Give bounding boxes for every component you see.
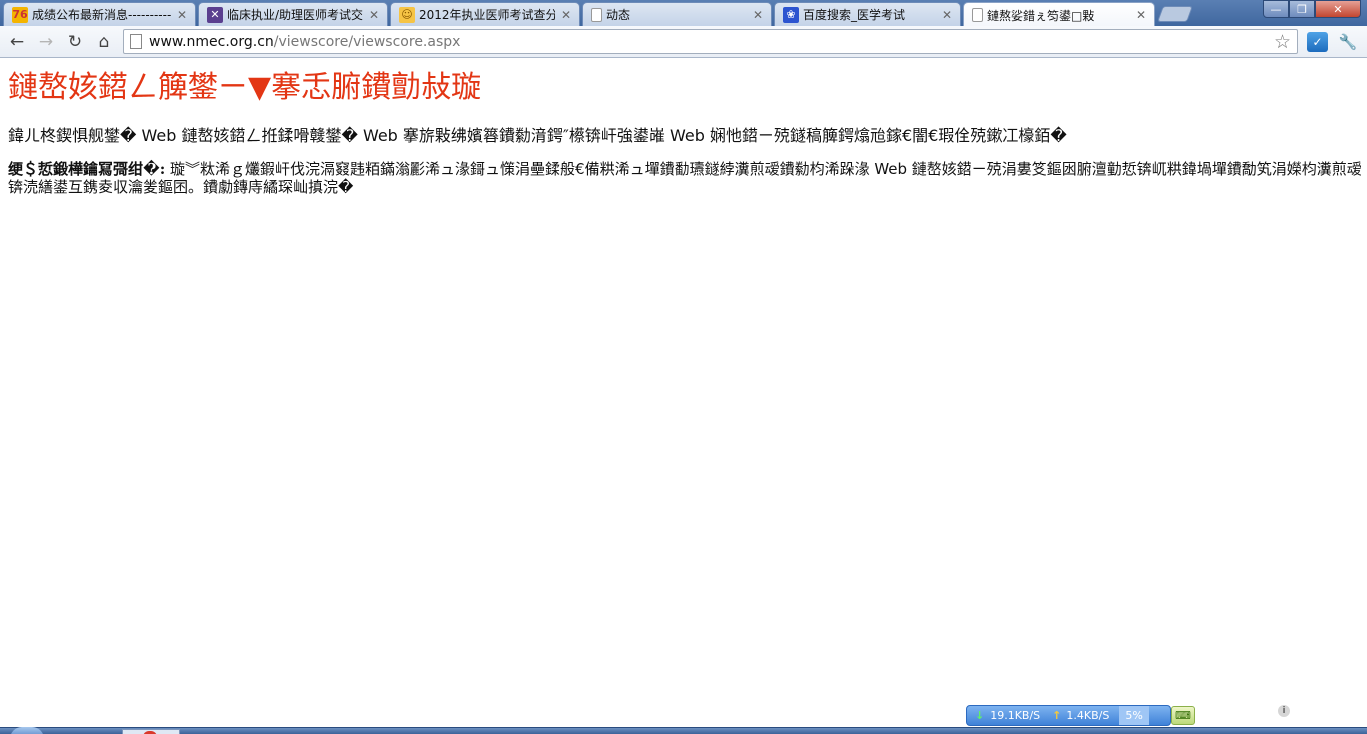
close-window-button[interactable]: ✕	[1315, 0, 1361, 18]
admin-note-label: 绠＄悊鍛樺鑰冩彁绀�:	[8, 160, 166, 178]
window-controls: — ❐ ✕	[1263, 0, 1361, 18]
start-button[interactable]	[10, 727, 44, 734]
bookmark-star-icon[interactable]: ☆	[1274, 31, 1291, 53]
url-path: /viewscore/viewscore.aspx	[273, 33, 461, 50]
browser-toolbar: ← → ↻ ⌂ www.nmec.org.cn/viewscore/viewsc…	[0, 26, 1367, 58]
forum-logo-icon: ✕	[207, 6, 223, 23]
tab-title: 鏈熬娑錯ぇ笉鍙□敤	[987, 8, 1095, 23]
upload-speed: 1.4KB/S	[1066, 709, 1110, 722]
scrollbar-track[interactable]	[1361, 59, 1367, 727]
tab-close-icon[interactable]: ✕	[1134, 8, 1148, 22]
new-tab-button[interactable]	[1157, 6, 1193, 22]
baidu-paw-icon: ❀	[783, 6, 799, 23]
tab-close-icon[interactable]: ✕	[175, 8, 189, 22]
tab-title: 成绩公布最新消息----------	[32, 8, 171, 22]
site-logo-icon: 76	[12, 6, 28, 23]
page-title: 鏈嶅姟鍣ㄥ簲鐢ㄧ▼搴忎腑鐨勯敊璇	[8, 70, 482, 105]
page-icon	[972, 8, 983, 22]
forward-button[interactable]: →	[34, 31, 58, 53]
home-button[interactable]: ⌂	[92, 31, 116, 53]
tab-title: 2012年执业医师考试查分	[419, 8, 555, 22]
taskbar	[0, 727, 1367, 734]
extension-icon[interactable]: ✓	[1307, 32, 1328, 52]
admin-note-text: 璇︾粏浠ｇ爜鍜屽伐浣滆窡韪粨鏋滃彲浠ュ湪鎶ュ憡涓壘鍒般€備粠浠ュ墠鐨勫瓙鐩綍瀵煎…	[8, 160, 1362, 196]
back-button[interactable]: ←	[5, 31, 29, 53]
taskbar-item[interactable]	[122, 729, 180, 734]
minimize-button[interactable]: —	[1263, 0, 1289, 18]
download-speed: 19.1KB/S	[990, 709, 1041, 722]
address-bar[interactable]: www.nmec.org.cn/viewscore/viewscore.aspx…	[123, 29, 1298, 54]
tab-close-icon[interactable]: ✕	[367, 8, 381, 22]
upload-arrow-icon: ↑	[1052, 709, 1062, 722]
admin-note: 绠＄悊鍛樺鑰冩彁绀�: 璇︾粏浠ｇ爜鍜屽伐浣滆窡韪粨鏋滃彲浠ュ湪鎶ュ憡涓壘鍒般€…	[8, 160, 1363, 196]
tab-close-icon[interactable]: ✕	[940, 8, 954, 22]
page-icon	[591, 7, 602, 22]
browser-tab[interactable]: 鏈熬娑錯ぇ笉鍙□敤 ✕	[963, 2, 1155, 27]
browser-tab[interactable]: ❀ 百度搜索_医学考试 ✕	[774, 2, 961, 26]
info-icon[interactable]: i	[1278, 705, 1290, 717]
tab-title: 百度搜索_医学考试	[803, 8, 906, 22]
browser-tab[interactable]: ☺ 2012年执业医师考试查分 ✕	[390, 2, 580, 26]
cpu-percent: 5%	[1119, 706, 1149, 725]
tab-strip: 76 成绩公布最新消息---------- ✕ ✕ 临床执业/助理医师考试交 ✕ ☺ 2012…	[0, 0, 1367, 27]
award-icon: ☺	[399, 6, 415, 23]
browser-tab[interactable]: 动态 ✕	[582, 2, 772, 26]
reload-button[interactable]: ↻	[63, 31, 87, 53]
tab-close-icon[interactable]: ✕	[751, 8, 765, 22]
page-icon	[130, 34, 142, 49]
tab-title: 动态	[606, 8, 631, 22]
url-host: www.nmec.org.cn	[149, 33, 274, 50]
tab-title: 临床执业/助理医师考试交	[227, 8, 363, 22]
tab-close-icon[interactable]: ✕	[559, 8, 573, 22]
page-content: 鏈嶅姟鍣ㄥ簲鐢ㄧ▼搴忎腑鐨勯敊璇 鍏ㄦ柊鍥惧舰鐢� Web 鏈嶅姟鍣ㄥ拰鍒嗗竷鐢…	[8, 70, 1363, 196]
error-description: 鍏ㄦ柊鍥惧舰鐢� Web 鏈嶅姟鍣ㄥ拰鍒嗗竷鐢� Web 搴旂敤绋嬪簭鐨勬湇鍔″…	[8, 126, 1067, 145]
url-text[interactable]: www.nmec.org.cn/viewscore/viewscore.aspx	[149, 34, 460, 50]
keyboard-icon[interactable]: ⌨	[1171, 706, 1195, 725]
wrench-menu-icon[interactable]: 🔧	[1338, 32, 1358, 52]
browser-tab[interactable]: ✕ 临床执业/助理医师考试交 ✕	[198, 2, 388, 26]
maximize-button[interactable]: ❐	[1289, 0, 1315, 18]
network-speed-widget[interactable]: ↓ 19.1KB/S ↑ 1.4KB/S 5%	[966, 705, 1171, 726]
browser-tab[interactable]: 76 成绩公布最新消息---------- ✕	[3, 2, 196, 26]
download-arrow-icon: ↓	[975, 709, 985, 722]
